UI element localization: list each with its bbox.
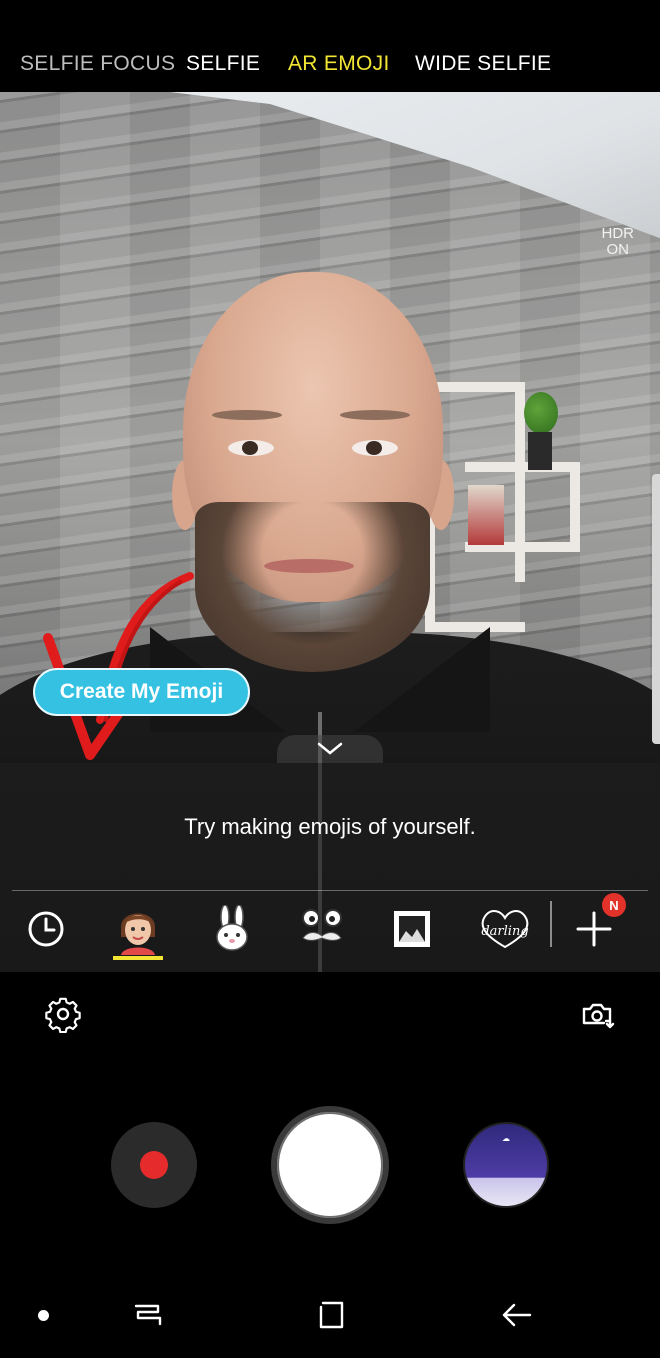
sticker-separator bbox=[550, 901, 552, 947]
new-badge: N bbox=[602, 893, 626, 917]
camera-controls: ☁ bbox=[0, 972, 660, 1272]
sticker-mustache-face[interactable] bbox=[296, 903, 348, 955]
sticker-tray: darling N bbox=[0, 891, 660, 972]
mode-tab-selfie[interactable]: SELFIE bbox=[186, 52, 260, 76]
avatar-emoji-icon bbox=[121, 913, 155, 955]
edge-panel-handle[interactable] bbox=[652, 474, 660, 744]
record-icon bbox=[140, 1151, 168, 1179]
back-icon[interactable] bbox=[500, 1298, 534, 1332]
darling-sticker-text: darling bbox=[481, 924, 528, 939]
frame-sticker-icon bbox=[394, 911, 430, 947]
hint-text: Try making emojis of yourself. bbox=[184, 814, 476, 839]
selected-sticker-indicator bbox=[113, 956, 163, 960]
clock-icon bbox=[28, 911, 64, 947]
add-sticker-button[interactable]: N bbox=[568, 893, 626, 955]
sticker-bunny[interactable] bbox=[206, 903, 258, 955]
gallery-thumbnail[interactable]: ☁ bbox=[463, 1122, 549, 1208]
settings-gear-icon[interactable] bbox=[45, 997, 81, 1033]
chevron-down-icon bbox=[317, 742, 343, 755]
shutter-button[interactable] bbox=[271, 1106, 389, 1224]
hdr-indicator[interactable]: HDR ON bbox=[602, 226, 635, 258]
record-video-button[interactable] bbox=[111, 1122, 197, 1208]
mode-tab-ar-emoji[interactable]: AR EMOJI bbox=[288, 52, 390, 76]
create-my-emoji-button[interactable]: Create My Emoji bbox=[33, 668, 250, 716]
hdr-state: ON bbox=[606, 241, 630, 258]
mode-tab-wide-selfie[interactable]: WIDE SELFIE bbox=[415, 52, 551, 76]
nav-dot-indicator bbox=[38, 1310, 49, 1321]
darling-heart-sticker-icon: darling bbox=[481, 910, 529, 949]
mustache-sticker-icon bbox=[302, 909, 342, 941]
bunny-sticker-icon bbox=[216, 905, 248, 951]
camera-mode-tabs: SELFIE FOCUS SELFIE AR EMOJI WIDE SELFIE bbox=[0, 0, 660, 92]
switch-camera-icon[interactable] bbox=[579, 997, 615, 1033]
system-navigation-bar bbox=[0, 1272, 660, 1358]
thumbnail-preview: ☁ bbox=[502, 1134, 510, 1143]
sticker-darling[interactable]: darling bbox=[476, 903, 534, 955]
home-icon[interactable] bbox=[315, 1298, 349, 1332]
mode-tab-selfie-focus[interactable]: SELFIE FOCUS bbox=[20, 52, 175, 76]
ar-emoji-panel: Try making emojis of yourself. darling N bbox=[0, 763, 660, 972]
sticker-recent[interactable] bbox=[20, 903, 72, 955]
hdr-label: HDR bbox=[601, 225, 635, 242]
recent-apps-icon[interactable] bbox=[131, 1298, 165, 1332]
sticker-my-emoji[interactable] bbox=[112, 903, 164, 955]
sticker-frame[interactable] bbox=[386, 903, 438, 955]
collapse-panel-button[interactable] bbox=[277, 735, 383, 763]
